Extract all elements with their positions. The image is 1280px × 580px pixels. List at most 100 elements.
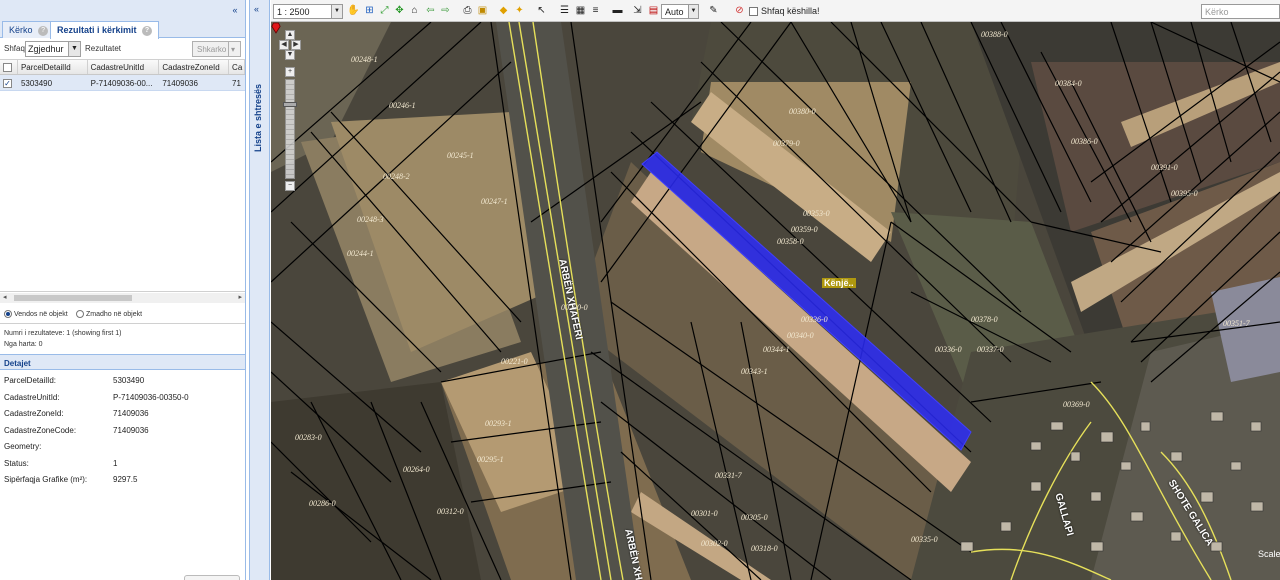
select-all-checkbox[interactable]: [0, 60, 18, 74]
scale-value: 1 : 2500: [277, 7, 310, 17]
radio-zoom-to-object[interactable]: Zmadho në objekt: [76, 310, 142, 318]
snapshot-icon[interactable]: ▤: [647, 4, 660, 17]
detail-row: CadastreZoneCode: 71409036: [0, 425, 245, 443]
identify-icon[interactable]: ◆: [497, 4, 510, 17]
parcel-label: 00336-0: [935, 345, 962, 354]
parcel-label: 00318-0: [751, 544, 778, 553]
column-header[interactable]: CadastreZoneId: [159, 60, 230, 74]
parcel-label: 00358-0: [777, 237, 804, 246]
expand-layers-button[interactable]: «: [254, 4, 259, 14]
map-canvas[interactable]: 00248-2 00248-3 00244-1 00246-1 00245-1 …: [271, 22, 1280, 580]
chevron-down-icon: ▼: [331, 5, 342, 18]
detail-row: CadastreZoneId: 71409036: [0, 409, 245, 426]
detail-value: 5303490: [113, 376, 145, 385]
horizontal-scrollbar[interactable]: ◂ ▸: [0, 293, 245, 303]
collapse-panel-button[interactable]: «: [229, 4, 241, 16]
detail-value: 71409036: [113, 425, 149, 435]
radio-dot-icon: [76, 310, 84, 318]
location-marker-icon[interactable]: [271, 22, 281, 34]
draw-icon[interactable]: ✎: [707, 4, 720, 17]
parcel-label: 00388-0: [981, 30, 1008, 39]
tab-search[interactable]: Kërko ?: [2, 21, 56, 38]
select-icon[interactable]: ✦: [513, 4, 526, 17]
zoom-slider-thumb[interactable]: [283, 102, 297, 107]
options-button[interactable]: ▾: [228, 41, 241, 57]
detail-row: Sipërfaqja Grafike (m²): 9297.5: [0, 475, 245, 492]
help-icon[interactable]: ?: [38, 25, 49, 36]
clear-icon[interactable]: ⊘: [733, 4, 746, 17]
column-header[interactable]: Ca: [229, 60, 245, 74]
home-icon[interactable]: ⌂: [408, 4, 421, 17]
show-tips-checkbox[interactable]: Shfaq këshilla!: [749, 6, 820, 17]
table-cell: 71: [232, 79, 241, 88]
parcel-label: 00359-0: [791, 225, 818, 234]
clear-button[interactable]: Shkarko: [192, 41, 232, 57]
scale-label: Scale: [1258, 549, 1280, 559]
grid-icon[interactable]: ▦: [574, 4, 587, 17]
zoom-slider[interactable]: [285, 79, 295, 179]
full-extent-icon[interactable]: ✥: [393, 4, 406, 17]
parcel-label: 00384-0: [1055, 79, 1082, 88]
result-counts: Numri i rezultateve: 1 (showing first 1)…: [4, 328, 121, 350]
parcel-label: 00295-1: [477, 455, 504, 464]
layer-icon[interactable]: ≡: [589, 4, 602, 17]
measure-icon[interactable]: ▬: [611, 4, 624, 17]
list-icon[interactable]: ☰: [558, 4, 571, 17]
zoom-mode-select[interactable]: Auto ▼: [661, 4, 699, 19]
bottom-action-button[interactable]: [184, 575, 240, 580]
zoom-extent-icon[interactable]: ⤢: [378, 4, 391, 17]
print-icon[interactable]: ⎙: [461, 4, 474, 17]
scale-select[interactable]: 1 : 2500 ▼: [273, 4, 343, 19]
scroll-left-icon[interactable]: ◂: [3, 293, 7, 301]
arrow-select-icon[interactable]: ↖: [535, 4, 548, 17]
parcel-label: 00301-0: [691, 509, 718, 518]
checkbox-icon: [749, 7, 758, 17]
zoom-box-icon[interactable]: ⊞: [363, 4, 376, 17]
parcel-label: 00336-0: [801, 315, 828, 324]
parcel-label: 00221-0: [501, 357, 528, 366]
layer-list-label: Lista e shtresës: [253, 84, 263, 153]
radio-place-on-object[interactable]: Vendos në objekt: [4, 310, 68, 318]
detail-row: ParcelDetailId: 5303490: [0, 376, 245, 393]
detail-value: 71409036: [113, 409, 149, 418]
detail-key: Status:: [4, 458, 29, 468]
back-icon[interactable]: ⇦: [424, 4, 437, 17]
pan-down-button[interactable]: ▼: [285, 50, 295, 60]
column-header[interactable]: ParcelDetailId: [18, 60, 88, 74]
zoom-out-button[interactable]: −: [285, 181, 295, 191]
zoom-in-button[interactable]: +: [285, 67, 295, 77]
detail-key: ParcelDetailId:: [4, 376, 57, 385]
map-view[interactable]: 00248-2 00248-3 00244-1 00246-1 00245-1 …: [271, 22, 1280, 580]
results-grid: ParcelDetailId CadastreUnitId CadastreZo…: [0, 60, 245, 292]
parcel-label: 00248-3: [357, 215, 384, 224]
left-panel: « Kërko ? Rezultati i kërkimit ? Shfaq Z…: [0, 0, 246, 580]
save-icon[interactable]: ▣: [476, 4, 489, 17]
search-input[interactable]: Kërko: [1201, 4, 1280, 19]
help-icon[interactable]: ?: [142, 25, 153, 36]
pan-right-button[interactable]: ▶: [291, 40, 301, 50]
layer-list-strip[interactable]: « Lista e shtresës: [249, 0, 270, 580]
filter-bar: Shfaq Zgjedhur ▼ Rezultatet Shkarko ▾: [0, 38, 245, 60]
parcel-label: 00286-0: [309, 499, 336, 508]
show-select[interactable]: Zgjedhur ▼: [25, 41, 81, 57]
parcel-label: 00335-0: [911, 535, 938, 544]
export-icon[interactable]: ⇲: [631, 4, 644, 17]
parcel-label: 00246-1: [389, 101, 416, 110]
scroll-right-icon[interactable]: ▸: [238, 293, 242, 301]
tab-search-results[interactable]: Rezultati i kërkimit ?: [50, 21, 160, 39]
column-header[interactable]: CadastreUnitId: [88, 60, 160, 74]
forward-icon[interactable]: ⇨: [439, 4, 452, 17]
pan-icon[interactable]: ✋: [347, 4, 360, 17]
table-row[interactable]: 5303490 P-71409036-00... 71409036 71: [0, 75, 245, 91]
pan-left-button[interactable]: ◀: [279, 40, 289, 50]
scroll-thumb[interactable]: [14, 295, 132, 301]
details-list: ParcelDetailId: 5303490 CadastreUnitId: P-…: [0, 376, 245, 492]
show-tips-label: Shfaq këshilla!: [761, 6, 820, 16]
pan-up-button[interactable]: ▲: [285, 30, 295, 40]
detail-value: P-71409036-00350-0: [113, 392, 189, 402]
tab-search-results-label: Rezultati i kërkimit: [57, 25, 137, 35]
detail-row: Status: 1: [0, 458, 245, 476]
row-checkbox[interactable]: [0, 75, 18, 90]
detail-key: CadastreZoneId:: [4, 409, 64, 418]
map-action-options: Vendos në objekt Zmadho në objekt: [0, 306, 245, 324]
